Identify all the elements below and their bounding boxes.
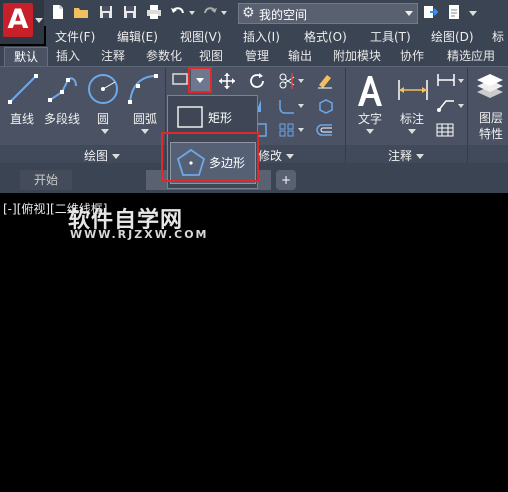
tab-home[interactable]: 默认 [4, 47, 48, 67]
chevron-down-icon [286, 154, 295, 159]
share-icon[interactable] [422, 4, 438, 20]
chevron-down-icon[interactable] [141, 129, 149, 134]
menu-edit[interactable]: 编辑(E) [117, 28, 158, 45]
gear-icon: ⚙ [242, 5, 255, 21]
watermark-url: WWW.RJZXW.COM [70, 228, 209, 241]
print-icon[interactable] [146, 4, 162, 20]
panel-title-modify[interactable]: 修改 [258, 147, 295, 164]
polyline-icon[interactable] [46, 72, 80, 106]
offset-icon[interactable] [316, 122, 334, 138]
chevron-down-icon[interactable] [366, 129, 374, 134]
chevron-down-icon[interactable] [101, 129, 109, 134]
dimension-label[interactable]: 标注 [400, 110, 424, 127]
tab-start[interactable]: 开始 [20, 170, 72, 190]
chevron-down-icon[interactable] [408, 129, 416, 134]
menu-tools[interactable]: 工具(T) [370, 28, 411, 45]
workspace-switcher[interactable]: ⚙ 我的空间 [238, 3, 418, 24]
move-icon[interactable] [218, 72, 236, 90]
menu-draw[interactable]: 绘图(D) [431, 28, 474, 45]
text-label[interactable]: 文字 [358, 110, 382, 127]
array-icon[interactable] [278, 122, 296, 138]
text-icon[interactable] [354, 72, 386, 108]
explode-icon[interactable] [316, 98, 334, 114]
menu-insert[interactable]: 插入(I) [243, 28, 280, 45]
arc-icon[interactable] [126, 72, 160, 106]
panel-title-draw[interactable]: 绘图 [84, 147, 121, 164]
chevron-down-icon[interactable] [458, 79, 464, 83]
menu-file[interactable]: 文件(F) [55, 28, 95, 45]
redo-icon[interactable] [202, 4, 218, 20]
line-icon[interactable] [6, 72, 40, 106]
tab-insert[interactable]: 插入 [50, 47, 86, 66]
chevron-down-icon [405, 11, 413, 16]
tab-annotate[interactable]: 注释 [95, 47, 131, 66]
redo-dropdown-icon[interactable] [220, 4, 228, 20]
line-label[interactable]: 直线 [10, 110, 34, 127]
tab-view[interactable]: 视图 [195, 47, 227, 66]
save-as-icon[interactable] [122, 4, 138, 20]
undo-dropdown-icon[interactable] [188, 4, 196, 20]
rectangle-icon [177, 106, 203, 128]
erase-icon[interactable] [316, 72, 334, 90]
tab-output[interactable]: 输出 [283, 47, 317, 66]
chevron-down-icon[interactable] [458, 104, 464, 108]
panel-divider [467, 68, 468, 163]
layer-label-line2[interactable]: 特性 [479, 125, 503, 142]
tab-parametric[interactable]: 参数化 [140, 47, 188, 66]
circle-icon[interactable] [86, 72, 120, 106]
trim-icon[interactable] [278, 72, 296, 90]
panel-divider [345, 68, 346, 163]
menu-view[interactable]: 视图(V) [180, 28, 222, 45]
leader-icon[interactable] [436, 97, 456, 113]
customize-dropdown-icon[interactable] [468, 4, 478, 20]
menu-dimension[interactable]: 标 [492, 28, 504, 45]
polyline-label[interactable]: 多段线 [44, 110, 80, 127]
highlight-box [161, 132, 259, 182]
workspace-name: 我的空间 [259, 8, 308, 22]
chevron-down-icon[interactable] [298, 104, 304, 108]
chevron-down-icon [112, 154, 121, 159]
menu-format[interactable]: 格式(O) [304, 28, 347, 45]
rectangle-icon[interactable] [171, 71, 189, 87]
fillet-icon[interactable] [278, 98, 296, 114]
application-menu-button[interactable]: A [0, 0, 44, 44]
arc-label[interactable]: 圆弧 [133, 110, 157, 127]
rectangle-option-label: 矩形 [208, 111, 233, 125]
tab-manage[interactable]: 管理 [240, 47, 274, 66]
linear-dim-icon[interactable] [436, 72, 456, 88]
new-tab-button[interactable]: + [276, 170, 296, 190]
circle-label[interactable]: 圆 [97, 110, 109, 127]
chevron-down-icon[interactable] [298, 79, 304, 83]
rotate-icon[interactable] [248, 72, 266, 90]
open-folder-icon[interactable] [73, 4, 89, 20]
layer-label-line1[interactable]: 图层 [479, 109, 503, 126]
tab-featured-apps[interactable]: 精选应用 [440, 47, 502, 66]
autocad-logo: A [3, 3, 33, 37]
export-icon[interactable] [446, 4, 462, 20]
table-icon[interactable] [436, 122, 454, 138]
tab-collaborate[interactable]: 协作 [395, 47, 429, 66]
new-file-icon[interactable] [50, 4, 66, 20]
dimension-icon[interactable] [396, 74, 430, 104]
chevron-down-icon [35, 18, 43, 23]
chevron-down-icon[interactable] [298, 128, 304, 132]
tab-addins[interactable]: 附加模块 [327, 47, 387, 66]
save-icon[interactable] [98, 4, 114, 20]
panel-title-annotation[interactable]: 注释 [388, 147, 425, 164]
undo-icon[interactable] [170, 4, 186, 20]
layer-properties-icon[interactable] [474, 72, 506, 102]
highlight-box [188, 67, 212, 93]
chevron-down-icon [416, 154, 425, 159]
